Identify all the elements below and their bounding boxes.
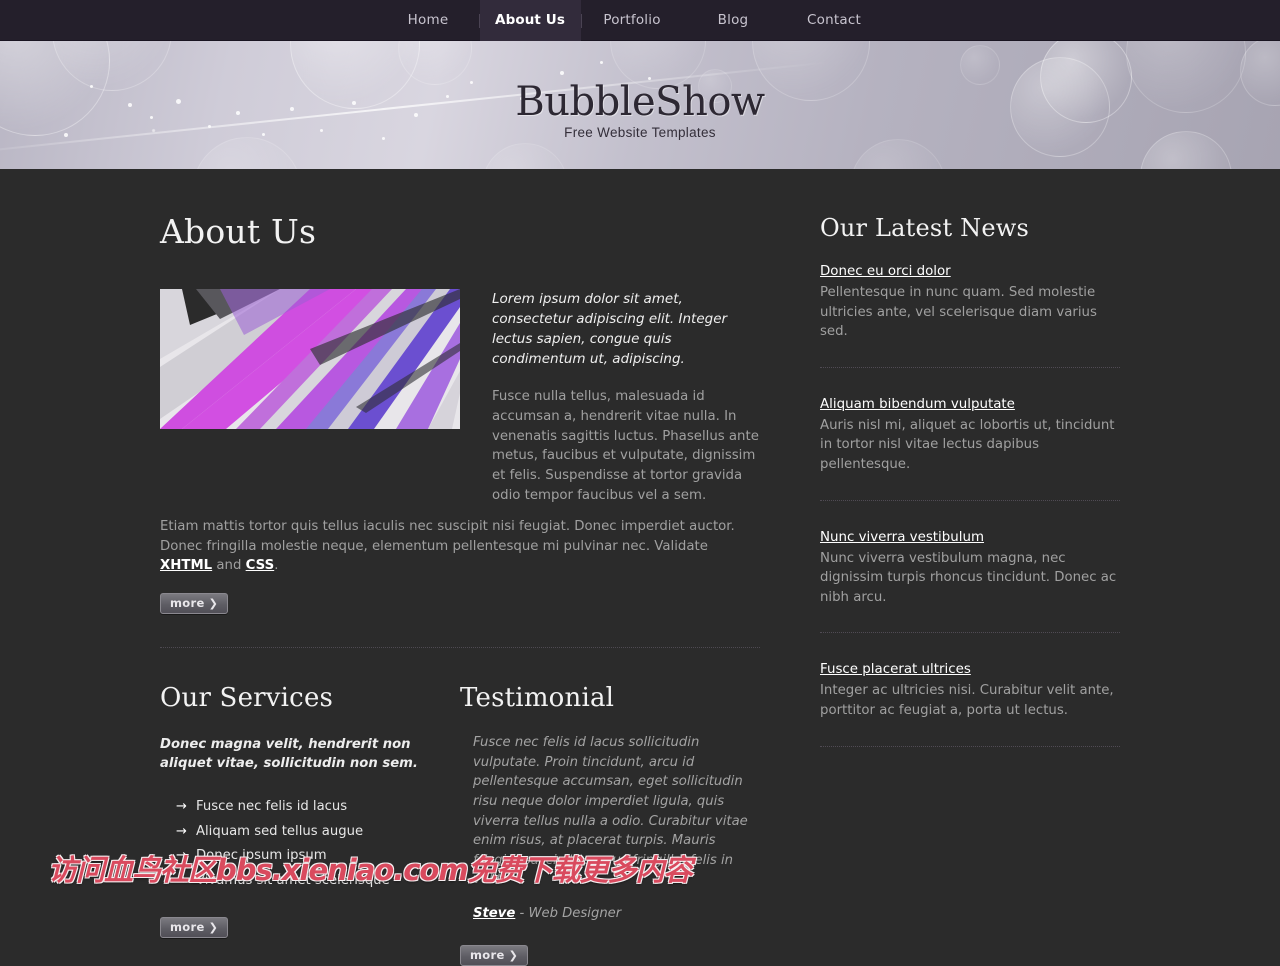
nav-item-home[interactable]: Home [378,0,479,41]
about-more-button[interactable]: more ❯ [160,593,229,615]
about-paragraph-2-text: Etiam mattis tortor quis tellus iaculis … [160,518,735,554]
sidebar-latest-news: Our Latest News Donec eu orci dolor Pell… [820,215,1120,966]
arrow-right-icon: → [176,799,187,815]
page-content: About Us Lorem ipsum dolor sit amet, con… [0,169,1280,966]
news-item: Donec eu orci dolor Pellentesque in nunc… [820,260,1120,342]
page-title: About Us [160,212,317,251]
logo-subtitle: Free Website Templates [564,125,716,140]
services-more-label: more [170,920,205,935]
testimonial-more-button[interactable]: more ❯ [460,944,529,966]
news-item: Nunc viverra vestibulum Nunc viverra ves… [820,526,1120,608]
site-logo[interactable]: BubbleShow Free Website Templates [0,81,1280,140]
nav-item-portfolio[interactable]: Portfolio [582,0,683,41]
news-heading: Our Latest News [820,214,1029,242]
nav-item-contact[interactable]: Contact [784,0,885,41]
nav-item-about-us[interactable]: About Us [479,0,581,41]
testimonial-heading: Testimonial [460,683,615,714]
about-more-label: more [170,596,205,611]
about-paragraph-2: Etiam mattis tortor quis tellus iaculis … [160,517,760,576]
about-section: Lorem ipsum dolor sit amet, consectetur … [160,289,760,615]
testimonial-author[interactable]: Steve [473,906,515,921]
watermark-text: 访问血鸟社区bbs.xieniao.com免费下载更多内容 [48,853,693,887]
xhtml-link[interactable]: XHTML [160,558,212,573]
about-image [160,289,460,429]
news-item-title[interactable]: Donec eu orci dolor [820,264,951,279]
news-item-text: Auris nisl mi, aliquet ac lobortis ut, t… [820,417,1115,472]
about-paragraph-2-end: . [274,558,279,574]
abstract-stripes-graphic [160,289,460,429]
chevron-right-icon: ❯ [208,921,219,935]
main-nav: Home About Us Portfolio Blog Contact [378,0,885,41]
css-link[interactable]: CSS [246,558,275,573]
news-item: Aliquam bibendum vulputate Auris nisl mi… [820,393,1120,475]
services-testimonial-row: Our Services Donec magna velit, hendreri… [160,684,760,966]
logo-title: BubbleShow [515,79,765,125]
section-divider [160,647,760,649]
list-item[interactable]: → Aliquam sed tellus augue [160,820,428,845]
news-item-text: Nunc viverra vestibulum magna, nec digni… [820,550,1117,605]
list-item-label: Fusce nec felis id lacus [196,799,348,815]
news-item-text: Pellentesque in nunc quam. Sed molestie … [820,285,1097,340]
services-heading: Our Services [160,683,334,714]
news-item-text: Integer ac ultricies nisi. Curabitur vel… [820,683,1114,718]
news-list: Donec eu orci dolor Pellentesque in nunc… [820,260,1120,748]
about-text: Lorem ipsum dolor sit amet, consectetur … [492,289,760,506]
news-item: Fusce placerat ultrices Integer ac ultri… [820,658,1120,720]
about-paragraph-2-mid: and [212,558,246,574]
news-item-title[interactable]: Nunc viverra vestibulum [820,530,984,545]
about-lead: Lorem ipsum dolor sit amet, consectetur … [492,291,728,367]
services-section: Our Services Donec magna velit, hendreri… [160,684,428,966]
list-item-label: Aliquam sed tellus augue [196,823,364,839]
news-item-title[interactable]: Aliquam bibendum vulputate [820,397,1015,412]
testimonial-author-line: Steve - Web Designer [473,906,760,921]
news-item-title[interactable]: Fusce placerat ultrices [820,662,971,677]
about-paragraph: Fusce nulla tellus, malesuada id accumsa… [492,389,759,503]
arrow-right-icon: → [176,823,187,839]
testimonial-section: Testimonial Fusce nec felis id lacus sol… [460,684,760,966]
testimonial-more-label: more [470,947,505,962]
top-navigation-bar: Home About Us Portfolio Blog Contact [0,0,1280,41]
chevron-right-icon: ❯ [508,948,519,962]
services-more-button[interactable]: more ❯ [160,917,229,939]
testimonial-author-role: - Web Designer [515,905,622,921]
list-item[interactable]: → Fusce nec felis id lacus [160,795,428,820]
chevron-right-icon: ❯ [208,597,219,611]
news-divider [820,745,1120,748]
nav-item-blog[interactable]: Blog [683,0,784,41]
services-lead: Donec magna velit, hendrerit non aliquet… [160,737,418,772]
site-banner: BubbleShow Free Website Templates [0,41,1280,169]
